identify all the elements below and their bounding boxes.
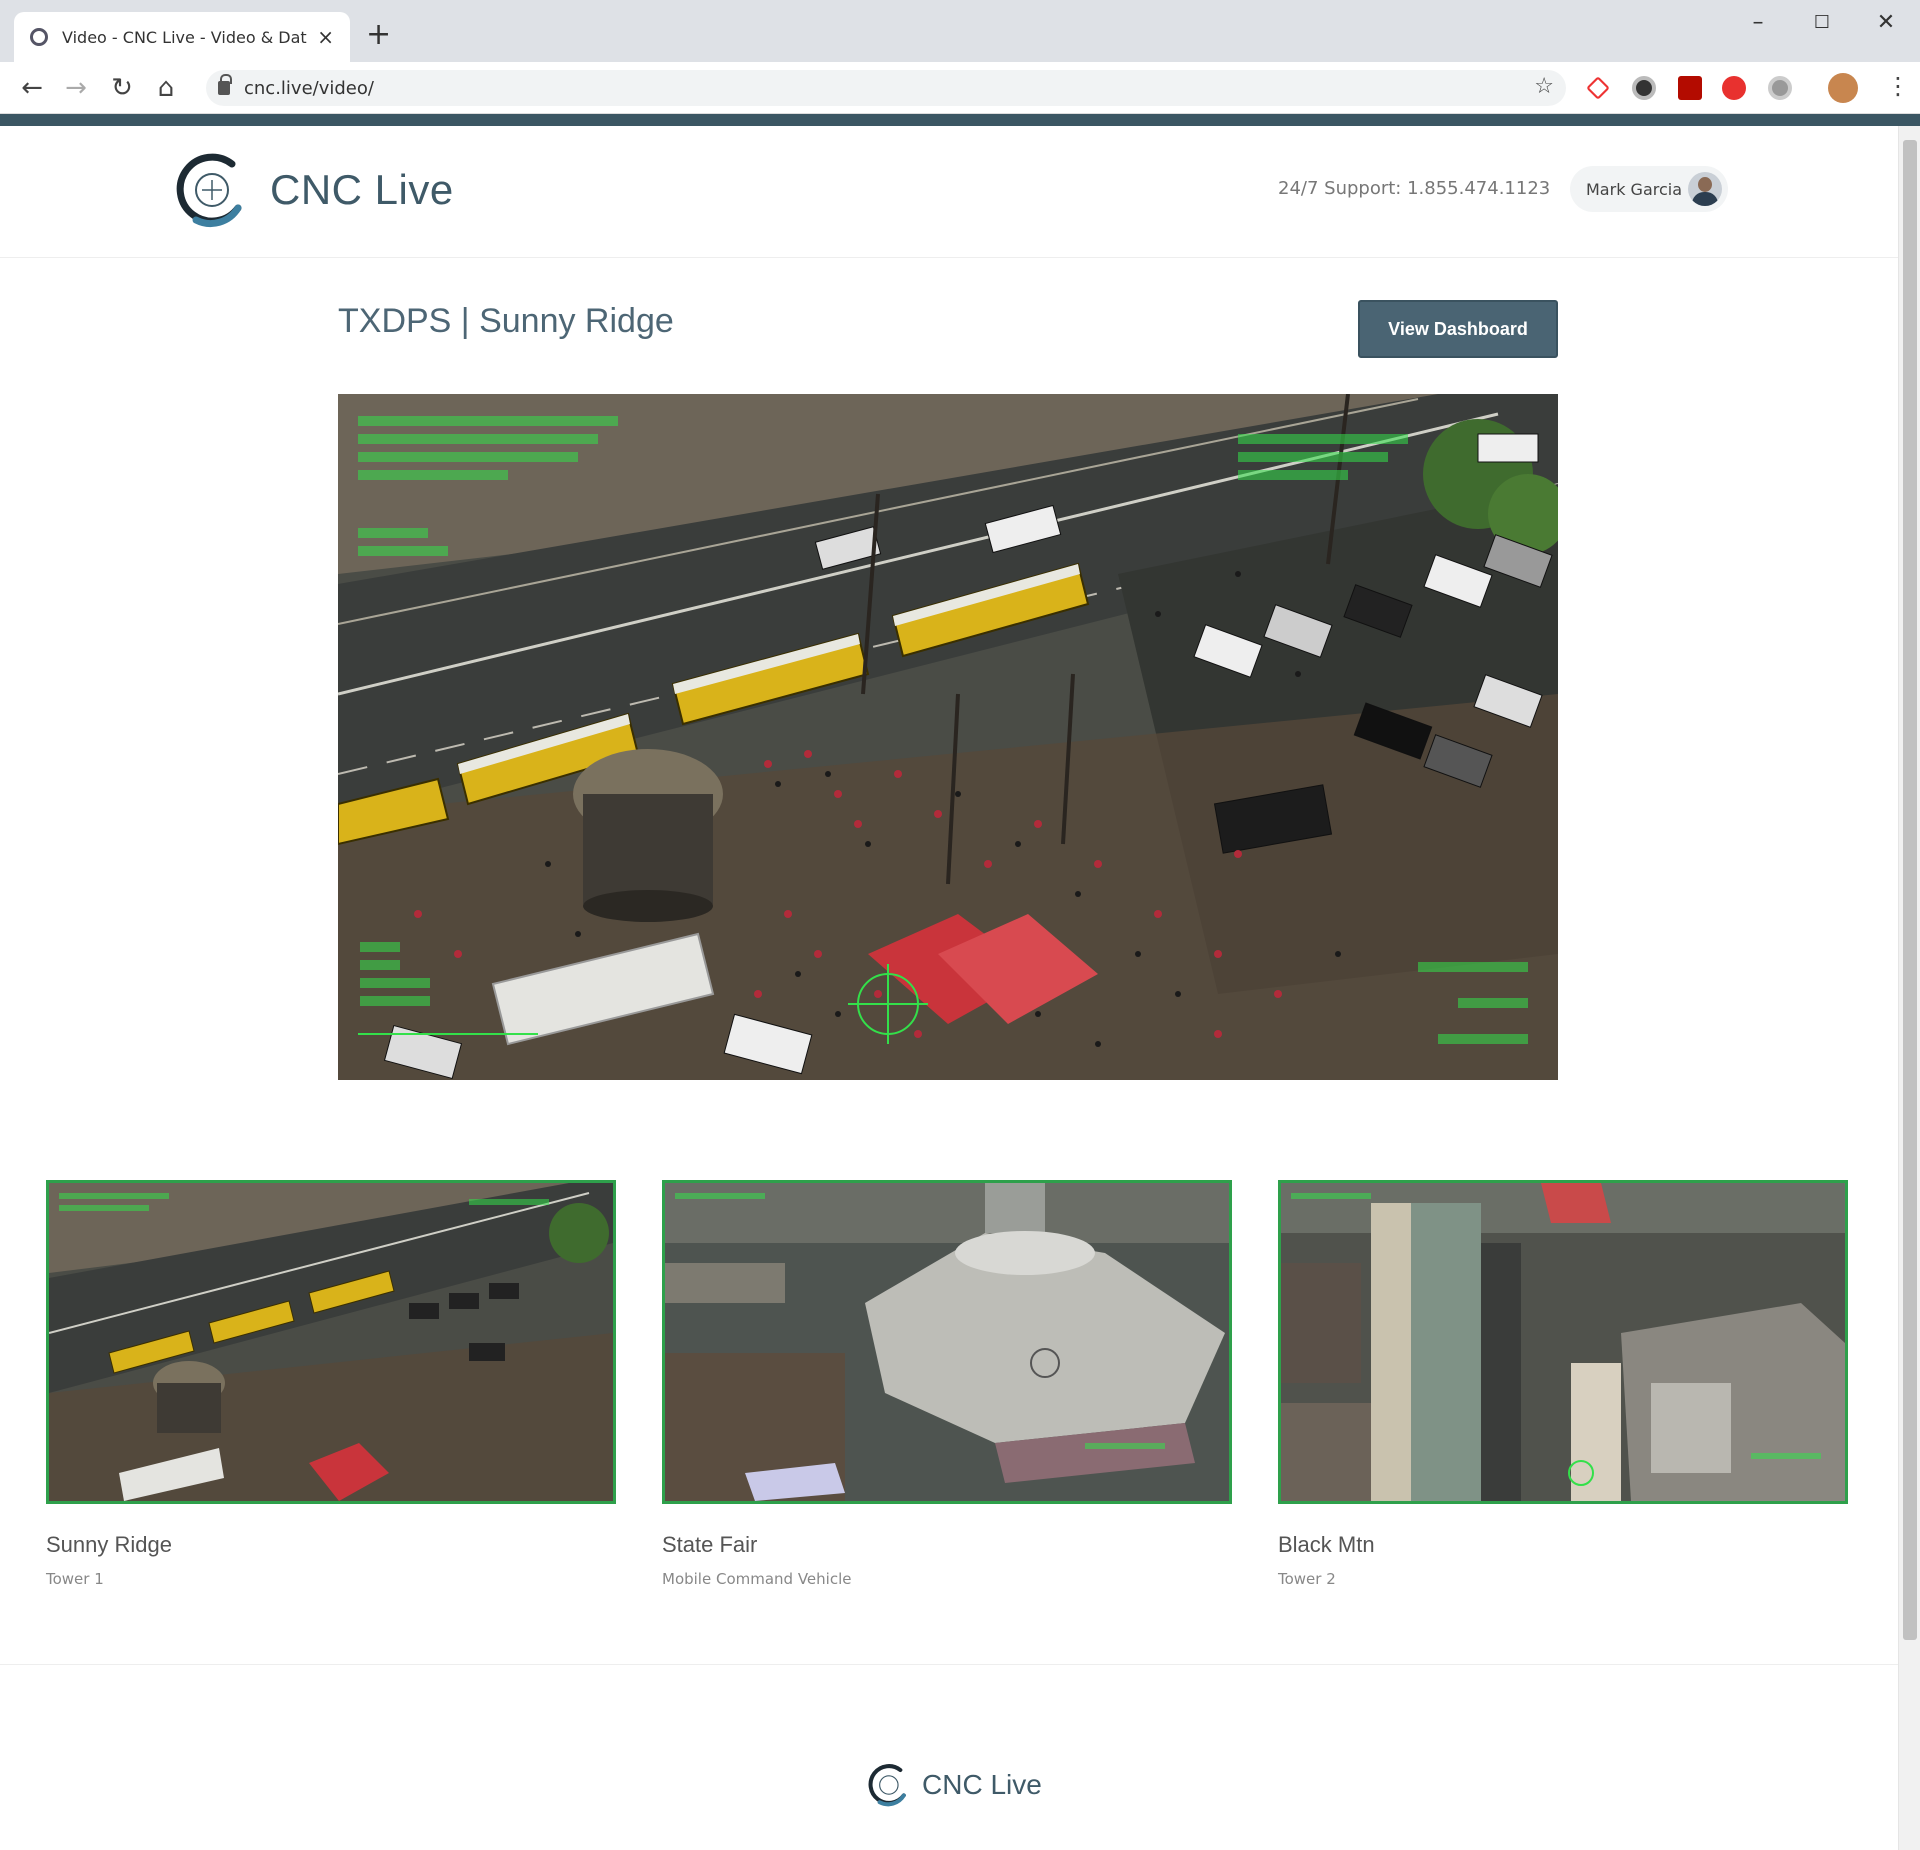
minimize-button[interactable]: –	[1738, 10, 1778, 35]
scrollbar-thumb[interactable]	[1903, 140, 1917, 1640]
maximize-button[interactable]: ☐	[1802, 12, 1842, 33]
extension-icon[interactable]	[1586, 76, 1610, 100]
site-header: CNC Live 24/7 Support: 1.855.474.1123 Ma…	[0, 126, 1898, 258]
browser-tab-strip: Video - CNC Live - Video & Data × + – ☐ …	[0, 0, 1920, 62]
accent-bar	[0, 114, 1920, 126]
footer-brand-name: CNC Live	[922, 1769, 1042, 1800]
feed-thumbnail[interactable]	[46, 1180, 616, 1504]
home-button[interactable]: ⌂	[150, 72, 182, 104]
extension-icon[interactable]	[1768, 76, 1792, 100]
star-icon[interactable]: ☆	[1534, 74, 1554, 99]
feed-thumbnail[interactable]	[1278, 1180, 1848, 1504]
feed-card[interactable]: Sunny Ridge Tower 1	[46, 1180, 616, 1588]
page: CNC Live 24/7 Support: 1.855.474.1123 Ma…	[0, 126, 1898, 1850]
brand-logo[interactable]: CNC Live	[176, 150, 454, 230]
feed-title: State Fair	[662, 1532, 758, 1557]
feed-subtitle: Mobile Command Vehicle	[662, 1570, 852, 1588]
view-dashboard-button[interactable]: View Dashboard	[1358, 300, 1558, 358]
page-scrollbar[interactable]	[1898, 126, 1920, 1850]
extension-icon[interactable]	[1632, 76, 1656, 100]
feed-title: Black Mtn	[1278, 1532, 1375, 1557]
pdf-extension-icon[interactable]	[1678, 76, 1702, 100]
brand-name: CNC Live	[270, 166, 454, 213]
feed-subtitle: Tower 2	[1278, 1570, 1336, 1588]
menu-icon[interactable]: ⋮	[1886, 72, 1910, 100]
main-video-player[interactable]	[338, 394, 1558, 1080]
feed-thumbnail-image	[1281, 1183, 1845, 1501]
avatar	[1688, 172, 1722, 206]
feed-thumbnail[interactable]	[662, 1180, 1232, 1504]
new-tab-button[interactable]: +	[366, 18, 391, 52]
url-text: cnc.live/video/	[244, 77, 374, 99]
browser-tab[interactable]: Video - CNC Live - Video & Data ×	[14, 12, 350, 62]
tab-close-icon[interactable]: ×	[317, 25, 334, 49]
user-name: Mark Garcia	[1586, 179, 1683, 199]
browser-toolbar: ← → ↻ ⌂ cnc.live/video/ ☆ ⋮	[0, 62, 1920, 114]
feed-title: Sunny Ridge	[46, 1532, 172, 1557]
logo-icon	[176, 153, 242, 227]
aerial-video-frame	[338, 394, 1558, 1080]
page-title: TXDPS | Sunny Ridge	[338, 302, 674, 340]
logo-icon	[868, 1764, 906, 1807]
support-phone: 24/7 Support: 1.855.474.1123	[1278, 178, 1551, 199]
forward-button[interactable]: →	[60, 72, 92, 104]
back-button[interactable]: ←	[16, 72, 48, 104]
reload-button[interactable]: ↻	[106, 72, 138, 104]
feed-thumbnail-image	[665, 1183, 1229, 1501]
footer-divider	[0, 1664, 1898, 1665]
extension-icon[interactable]	[1722, 76, 1746, 100]
feed-thumbnail-image	[49, 1183, 613, 1501]
feed-subtitle: Tower 1	[46, 1570, 104, 1588]
feed-card[interactable]: State Fair Mobile Command Vehicle	[662, 1180, 1232, 1588]
footer-logo[interactable]: CNC Live	[868, 1762, 1042, 1808]
profile-avatar[interactable]	[1828, 73, 1858, 103]
feed-card[interactable]: Black Mtn Tower 2	[1278, 1180, 1848, 1588]
tab-title: Video - CNC Live - Video & Data	[62, 27, 308, 47]
lock-icon	[218, 74, 232, 95]
close-window-button[interactable]: ✕	[1866, 10, 1906, 35]
address-bar[interactable]: cnc.live/video/ ☆	[206, 70, 1566, 106]
user-menu[interactable]: Mark Garcia	[1570, 166, 1728, 212]
favicon-icon	[30, 28, 48, 46]
